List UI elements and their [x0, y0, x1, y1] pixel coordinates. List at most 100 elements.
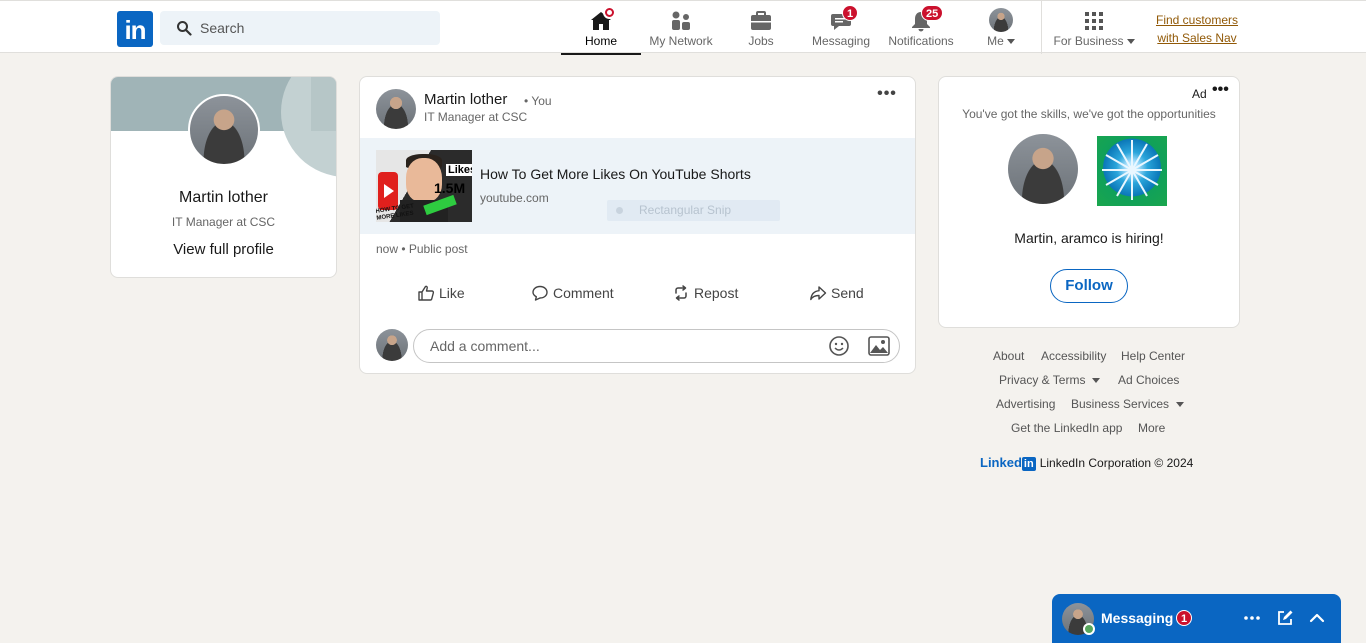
repost-icon: [675, 285, 687, 301]
online-status-indicator: [1083, 623, 1095, 635]
footer-accessibility[interactable]: Accessibility: [1041, 349, 1106, 363]
footer-copyright: LinkedIn Corporation © 2024: [1039, 456, 1194, 470]
nav-home[interactable]: Home: [561, 1, 641, 55]
nav-for-business-label: For Business: [1047, 34, 1141, 48]
commenter-avatar: [376, 329, 408, 361]
linkedin-wordmark: Linked: [980, 455, 1022, 470]
follow-button[interactable]: Follow: [1050, 269, 1128, 303]
nav-me-label: Me: [961, 34, 1041, 48]
chevron-down-icon: [1092, 378, 1101, 384]
footer-more[interactable]: More: [1138, 421, 1165, 435]
sales-nav-line1: Find customers: [1155, 13, 1239, 27]
post-you-tag: • You: [524, 94, 552, 108]
view-full-profile-link[interactable]: View full profile: [111, 241, 336, 258]
ad-label: Ad: [1192, 87, 1207, 101]
grid-icon: [1085, 12, 1103, 30]
chevron-down-icon: [1176, 402, 1185, 408]
feed-post: Martin lother • You IT Manager at CSC ••…: [359, 76, 916, 374]
global-nav: in Home My Network Jobs 1 Messaging 25 N…: [0, 0, 1366, 55]
comment-label: Comment: [553, 285, 614, 301]
comment-button[interactable]: Comment: [531, 277, 614, 309]
post-author-name[interactable]: Martin lother: [424, 91, 507, 108]
sales-nav-link[interactable]: Find customers with Sales Nav: [1150, 11, 1244, 47]
nav-for-business[interactable]: For Business: [1047, 1, 1141, 54]
nav-messaging-label: Messaging: [811, 34, 871, 48]
profile-title: IT Manager at CSC: [171, 215, 276, 229]
thumbs-up-icon: [418, 285, 435, 301]
footer-brand: Linked in LinkedIn Corporation © 2024: [980, 455, 1193, 471]
profile-avatar[interactable]: [188, 94, 260, 166]
footer-privacy-terms[interactable]: Privacy & Terms: [999, 373, 1101, 387]
footer-get-app[interactable]: Get the LinkedIn app: [1011, 421, 1122, 435]
search-input[interactable]: [200, 11, 430, 45]
footer-ad-choices[interactable]: Ad Choices: [1118, 373, 1179, 387]
network-icon: [672, 11, 690, 30]
nav-home-label: Home: [584, 34, 617, 48]
comment-box: [376, 329, 901, 363]
aramco-logo[interactable]: [1097, 136, 1167, 206]
link-preview[interactable]: Likes 1.5M HOW TO GET MORE LIKES How To …: [360, 138, 915, 234]
chevron-down-icon: [1126, 39, 1135, 45]
send-icon: [810, 286, 827, 301]
post-author-avatar[interactable]: [376, 89, 416, 129]
repost-label: Repost: [694, 285, 739, 301]
chevron-down-icon: [1006, 39, 1015, 45]
like-label: Like: [439, 285, 465, 301]
nav-jobs[interactable]: Jobs: [721, 1, 801, 54]
linkedin-in-logo: in: [1021, 457, 1036, 471]
ad-more-button[interactable]: •••: [1212, 82, 1229, 98]
link-domain: youtube.com: [480, 191, 549, 205]
profile-card: Martin lother IT Manager at CSC View ful…: [110, 76, 337, 278]
youtube-play-icon: [378, 172, 398, 210]
thumbnail-text-count: 1.5M: [434, 180, 466, 196]
ad-user-avatar: [1008, 134, 1078, 204]
footer-advertising[interactable]: Advertising: [996, 397, 1055, 411]
briefcase-icon: [751, 11, 771, 30]
ad-card: Ad ••• You've got the skills, we've got …: [938, 76, 1240, 328]
post-more-button[interactable]: •••: [874, 86, 900, 107]
footer-business-services[interactable]: Business Services: [1071, 397, 1185, 411]
nav-me[interactable]: Me: [961, 1, 1041, 54]
footer-help-center[interactable]: Help Center: [1121, 349, 1185, 363]
home-notification-dot: [603, 6, 616, 19]
ad-tagline: You've got the skills, we've got the opp…: [962, 107, 1216, 121]
sales-nav-line2: with Sales Nav: [1157, 31, 1237, 45]
like-button[interactable]: Like: [417, 277, 465, 309]
profile-name[interactable]: Martin lother: [111, 189, 336, 207]
messaging-dock[interactable]: Messaging 1: [1052, 594, 1341, 643]
nav-my-network-label: My Network: [649, 34, 713, 48]
compose-icon[interactable]: [1275, 608, 1295, 628]
post-meta: now • Public post: [376, 242, 468, 256]
comment-input[interactable]: [430, 330, 810, 362]
nav-divider: [1041, 1, 1042, 54]
chevron-up-icon[interactable]: [1307, 608, 1327, 628]
nav-notifications[interactable]: 25 Notifications: [881, 1, 961, 54]
nav-my-network[interactable]: My Network: [641, 1, 721, 54]
image-icon[interactable]: [868, 336, 890, 356]
nav-messaging[interactable]: 1 Messaging: [801, 1, 881, 54]
me-avatar: [989, 8, 1013, 32]
link-title[interactable]: How To Get More Likes On YouTube Shorts: [480, 166, 751, 182]
more-horizontal-icon[interactable]: [1242, 608, 1262, 628]
repost-button[interactable]: Repost: [672, 277, 738, 309]
emoji-icon[interactable]: [828, 335, 850, 357]
search-bar[interactable]: [160, 11, 440, 45]
notifications-badge: 25: [921, 5, 944, 21]
nav-jobs-label: Jobs: [748, 34, 774, 48]
snip-tool-overlay: Rectangular Snip: [607, 200, 780, 221]
post-author-title: IT Manager at CSC: [424, 110, 528, 124]
post-actions: Like Comment Repost Send: [360, 277, 915, 309]
messaging-dock-badge: 1: [1176, 610, 1192, 626]
comment-input-wrapper[interactable]: [413, 329, 900, 363]
send-label: Send: [831, 285, 864, 301]
search-icon: [177, 21, 192, 36]
messaging-dock-label: Messaging: [1101, 610, 1174, 626]
footer-about[interactable]: About: [993, 349, 1024, 363]
linkedin-logo[interactable]: in: [117, 11, 153, 47]
send-button[interactable]: Send: [809, 277, 864, 309]
nav-notifications-label: Notifications: [888, 34, 954, 48]
video-thumbnail[interactable]: Likes 1.5M HOW TO GET MORE LIKES: [376, 150, 472, 222]
thumbnail-text-likes: Likes: [446, 164, 472, 176]
ad-hiring-text: Martin, aramco is hiring!: [1014, 230, 1164, 246]
comment-icon: [532, 285, 548, 301]
